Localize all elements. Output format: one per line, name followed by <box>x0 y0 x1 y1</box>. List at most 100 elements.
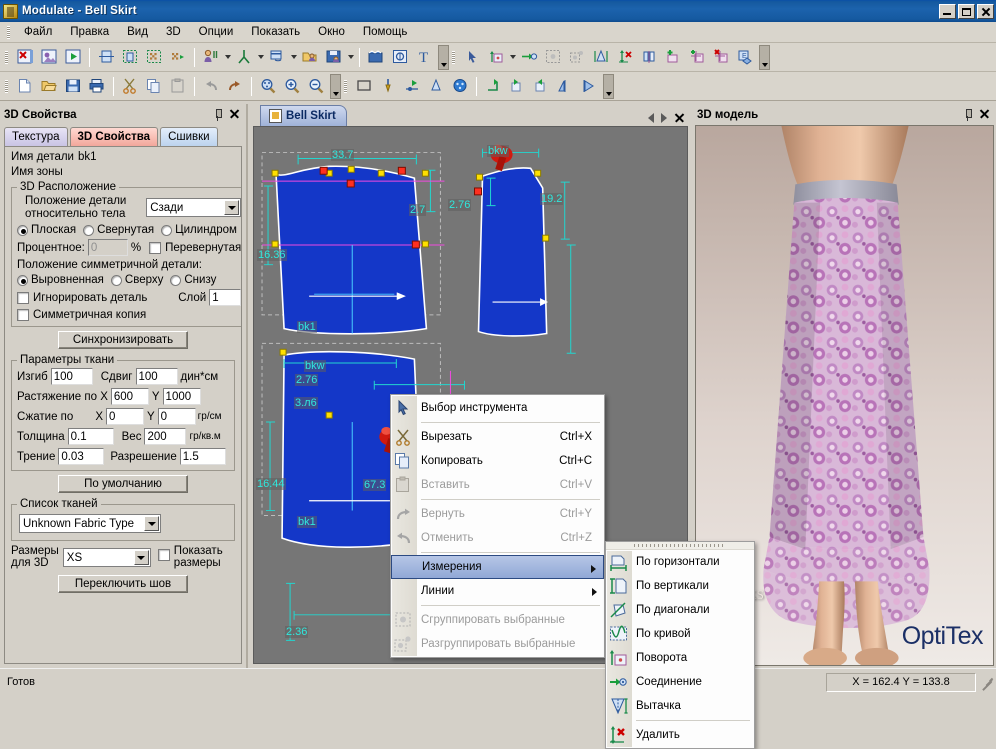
toolbar2-overflow-button[interactable] <box>330 74 341 99</box>
toolbar2c-overflow-button[interactable] <box>603 74 614 99</box>
save-avatar-dropdown-arrow[interactable] <box>346 46 355 69</box>
menu-item-file[interactable]: Файл <box>15 23 61 41</box>
cloth-simulate-icon[interactable] <box>265 46 289 69</box>
toggle-seam-button[interactable]: Переключить шов <box>58 575 188 593</box>
zoom-out-icon[interactable] <box>304 75 328 98</box>
minimize-button[interactable] <box>939 4 956 19</box>
text-icon[interactable]: T <box>412 46 436 69</box>
pin-icon[interactable] <box>962 108 974 122</box>
menu-cut[interactable]: Вырезать Ctrl+X <box>391 425 604 449</box>
mirror-icon[interactable] <box>553 75 577 98</box>
flip-v-icon[interactable] <box>529 75 553 98</box>
left-panel-close-icon[interactable] <box>228 108 241 121</box>
window-resize-grip[interactable] <box>978 674 994 690</box>
zoom-in-icon[interactable] <box>280 75 304 98</box>
snap-point-icon[interactable] <box>517 46 541 69</box>
submenu-dart[interactable]: Вытачка <box>606 694 754 718</box>
bend-input[interactable]: 100 <box>51 368 93 385</box>
layer-input[interactable]: 1 <box>209 289 241 306</box>
chevron-down-icon[interactable] <box>144 516 159 531</box>
fabric-type-select[interactable]: Unknown Fabric Type <box>19 514 161 533</box>
toolbar2b-grip[interactable] <box>344 80 347 93</box>
toolbar2-grip[interactable] <box>5 80 8 93</box>
compress-x-input[interactable]: 0 <box>106 408 144 425</box>
radio-cylinder[interactable] <box>161 225 172 236</box>
toolbar1b-grip[interactable] <box>452 51 455 64</box>
select-area-icon[interactable] <box>118 46 142 69</box>
render-icon[interactable] <box>388 46 412 69</box>
save-avatar-icon[interactable] <box>322 46 346 69</box>
size-select[interactable]: XS <box>63 548 151 567</box>
radio-aligned[interactable] <box>17 275 28 286</box>
menu-lines[interactable]: Линии <box>391 579 604 603</box>
context-menu[interactable]: Выбор инструмента Вырезать Ctrl+X Копиро… <box>390 394 605 658</box>
open-piece-icon[interactable] <box>37 46 61 69</box>
next-tab-icon[interactable] <box>661 113 667 123</box>
checkbox-ignore-part[interactable] <box>17 292 29 304</box>
select-arrow-icon[interactable] <box>460 46 484 69</box>
new-icon[interactable] <box>13 75 37 98</box>
menu-copy[interactable]: Копировать Ctrl+C <box>391 449 604 473</box>
green-arrow-icon[interactable] <box>481 75 505 98</box>
add-piece-icon[interactable] <box>661 46 685 69</box>
rectangle-icon[interactable] <box>352 75 376 98</box>
submenu-curve[interactable]: По кривой <box>606 622 754 646</box>
delete-piece-icon[interactable] <box>13 46 37 69</box>
menu-grip[interactable] <box>7 26 10 39</box>
radio-below[interactable] <box>170 275 181 286</box>
undo-icon[interactable] <box>199 75 223 98</box>
toolbar1-overflow-button[interactable] <box>438 45 449 70</box>
body-position-select[interactable]: Сзади <box>146 198 241 217</box>
avatar-tools-icon[interactable] <box>199 46 223 69</box>
measurements-submenu[interactable]: По горизонтали По вертикали По диагонали… <box>605 541 755 749</box>
menu-item-edit[interactable]: Правка <box>61 23 118 41</box>
dart-tool-icon[interactable] <box>424 75 448 98</box>
menu-measurements[interactable]: Измерения <box>391 555 604 579</box>
right-panel-close-icon[interactable] <box>978 108 991 121</box>
chevron-down-icon[interactable] <box>134 550 149 565</box>
movie-icon[interactable] <box>364 46 388 69</box>
thickness-input[interactable]: 0.1 <box>68 428 114 445</box>
resolution-input[interactable]: 1.5 <box>180 448 226 465</box>
cloth-dropdown-arrow[interactable] <box>289 46 298 69</box>
submenu-vertical[interactable]: По вертикали <box>606 574 754 598</box>
menu-item-options[interactable]: Опции <box>190 23 243 41</box>
cut-icon[interactable] <box>118 75 142 98</box>
flip-h-icon[interactable] <box>505 75 529 98</box>
mirror-piece-icon[interactable] <box>637 46 661 69</box>
chevron-down-icon[interactable] <box>224 200 239 215</box>
mirror-right-icon[interactable] <box>577 75 601 98</box>
measure-icon[interactable] <box>613 46 637 69</box>
dart-icon[interactable] <box>589 46 613 69</box>
menu-item-window[interactable]: Окно <box>309 23 354 41</box>
paste-icon[interactable] <box>166 75 190 98</box>
grid-fill-icon[interactable] <box>142 46 166 69</box>
print-icon[interactable] <box>85 75 109 98</box>
menu-item-view[interactable]: Вид <box>118 23 157 41</box>
stretch-x-input[interactable]: 600 <box>111 388 149 405</box>
previous-tab-icon[interactable] <box>648 113 654 123</box>
rotate-piece-icon[interactable] <box>484 46 508 69</box>
menu-select-tool[interactable]: Выбор инструмента <box>391 396 604 420</box>
submenu-diagonal[interactable]: По диагонали <box>606 598 754 622</box>
tab-texture[interactable]: Текстура <box>4 127 68 146</box>
mannequin-dropdown-arrow[interactable] <box>256 46 265 69</box>
toolbar1-grip[interactable] <box>5 51 8 64</box>
add-seam-icon[interactable] <box>685 46 709 69</box>
save-icon[interactable] <box>61 75 85 98</box>
menu-item-show[interactable]: Показать <box>242 23 309 41</box>
submenu-delete[interactable]: Удалить <box>606 723 754 747</box>
radio-folded[interactable] <box>83 225 94 236</box>
percent-input[interactable]: 0 <box>88 239 128 256</box>
shear-input[interactable]: 100 <box>136 368 178 385</box>
stretch-y-input[interactable]: 1000 <box>163 388 201 405</box>
grid-export-icon[interactable] <box>166 46 190 69</box>
checkbox-show-sizes[interactable] <box>158 549 170 561</box>
submenu-horizontal[interactable]: По горизонтали <box>606 550 754 574</box>
node-icon[interactable] <box>400 75 424 98</box>
delete-seam-icon[interactable] <box>709 46 733 69</box>
open-icon[interactable] <box>37 75 61 98</box>
redo-icon[interactable] <box>223 75 247 98</box>
submenu-drag-handle[interactable] <box>606 542 754 550</box>
checkbox-symmetric-copy[interactable] <box>17 309 29 321</box>
